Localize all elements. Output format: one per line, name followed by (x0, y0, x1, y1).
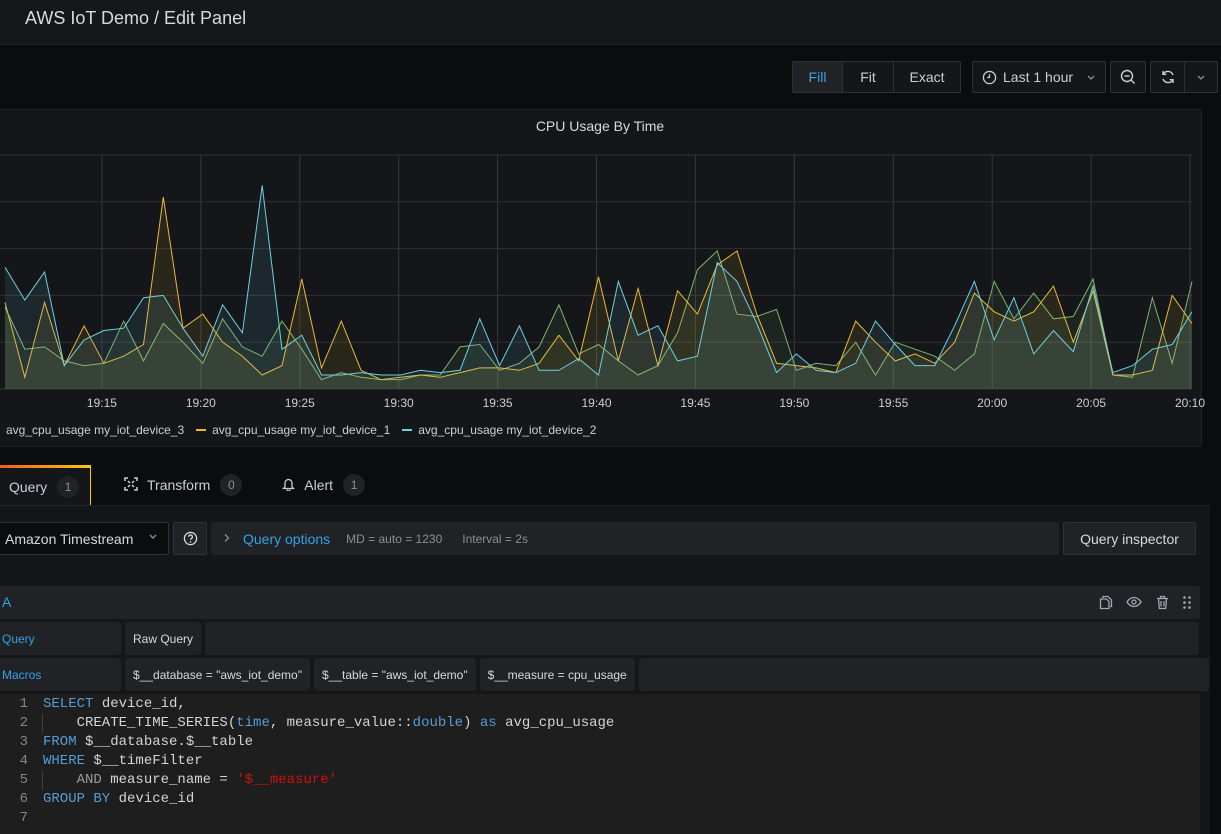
line-number: 3 (19, 734, 28, 750)
time-range-picker[interactable]: Last 1 hour (972, 61, 1106, 93)
cpu-usage-chart[interactable]: 19:15 19:20 19:25 19:30 19:35 19:40 19:45 19:50… (0, 145, 1221, 445)
clock-icon (982, 70, 997, 85)
legend-label: avg_cpu_usage my_iot_device_2 (418, 423, 597, 437)
fit-button[interactable]: Fit (843, 62, 894, 92)
macros-row: Macros $__database = "aws_iot_demo" $__t… (0, 658, 1209, 691)
chevron-down-icon (148, 531, 158, 544)
exact-button[interactable]: Exact (894, 62, 960, 92)
x-tick-label: 20:05 (1076, 396, 1106, 410)
zoom-out-icon (1120, 69, 1136, 85)
chevron-down-icon (1086, 69, 1096, 85)
x-tick-label: 19:40 (582, 396, 612, 410)
x-tick-label: 19:35 (483, 396, 513, 410)
refresh-interval-dropdown[interactable] (1185, 62, 1217, 92)
macro-measure[interactable]: $__measure = cpu_usage (479, 658, 635, 691)
legend-item-device-3[interactable]: avg_cpu_usage my_iot_device_3 (0, 423, 184, 437)
tab-query[interactable]: Query 1 (0, 465, 91, 505)
line-number: 2 (19, 715, 28, 731)
sql-code-editor[interactable]: 1 SELECT device_id, 2 CREATE_TIME_SERIES(t… (0, 694, 1200, 834)
tab-label: Query (9, 478, 48, 495)
eye-icon[interactable] (1126, 594, 1142, 610)
x-tick-label: 19:55 (878, 396, 908, 410)
indent-guide (42, 771, 43, 790)
editor-tabs: Query 1 Transform 0 Alert 1 (0, 465, 374, 505)
legend-swatch (402, 429, 413, 431)
tab-label: Transform (147, 477, 211, 493)
code-text: FROM $__database.$__table (43, 734, 254, 750)
transform-icon (124, 476, 138, 494)
question-circle-icon (183, 531, 198, 546)
line-number: 7 (19, 810, 28, 826)
count-badge: 0 (220, 474, 243, 496)
macro-database[interactable]: $__database = "aws_iot_demo" (125, 658, 310, 691)
x-tick-label: 19:30 (384, 396, 414, 410)
macro-table[interactable]: $__table = "aws_iot_demo" (313, 658, 476, 691)
x-tick-label: 20:00 (977, 396, 1007, 410)
datasource-help-button[interactable] (173, 522, 207, 555)
macros-label: Macros (0, 658, 121, 691)
max-datapoints-info: MD = auto = 1230 (346, 531, 443, 546)
datasource-name: Amazon Timestream (5, 530, 134, 547)
line-number: 5 (19, 772, 28, 788)
line-number: 6 (19, 791, 28, 807)
x-tick-label: 19:45 (680, 396, 710, 410)
chevron-right-icon (223, 532, 231, 546)
refresh-button[interactable] (1151, 62, 1186, 92)
chart-legend: avg_cpu_usage my_iot_device_3 avg_cpu_us… (0, 422, 608, 438)
query-options-toggle[interactable]: Query options MD = auto = 1230 Interval … (211, 522, 1059, 555)
legend-label: avg_cpu_usage my_iot_device_3 (6, 423, 185, 437)
trash-icon[interactable] (1154, 594, 1170, 610)
query-row-header: A (0, 586, 1200, 619)
panel-title: CPU Usage By Time (535, 118, 665, 134)
line-number: 4 (19, 753, 28, 769)
code-text: AND measure_name = '$__measure' (43, 772, 338, 788)
macros-row-filler (638, 658, 1209, 691)
chevron-down-icon (1196, 72, 1206, 82)
code-text: SELECT device_id, (43, 696, 186, 712)
page-title: AWS IoT Demo / Edit Panel (25, 8, 247, 28)
code-text: CREATE_TIME_SERIES(time, measure_value::… (43, 715, 615, 731)
fill-button[interactable]: Fill (793, 62, 843, 92)
query-ref-id[interactable]: A (2, 594, 11, 610)
x-tick-label: 19:15 (87, 396, 117, 410)
refresh-picker (1150, 61, 1218, 93)
x-tick-label: 19:25 (285, 396, 315, 410)
view-mode-toggle: Fill Fit Exact (792, 61, 961, 93)
time-range-label: Last 1 hour (1003, 69, 1074, 85)
legend-swatch (196, 429, 207, 431)
duplicate-icon[interactable] (1098, 594, 1114, 610)
interval-info: Interval = 2s (462, 531, 528, 546)
tab-transform[interactable]: Transform 0 (115, 465, 251, 505)
count-badge: 1 (57, 475, 80, 498)
legend-item-device-1[interactable]: avg_cpu_usage my_iot_device_1 (196, 423, 390, 437)
legend-label: avg_cpu_usage my_iot_device_1 (212, 423, 391, 437)
code-text: WHERE $__timeFilter (43, 753, 203, 769)
query-inspector-button[interactable]: Query inspector (1063, 522, 1196, 555)
x-tick-label: 20:10 (1175, 396, 1205, 410)
legend-item-device-2[interactable]: avg_cpu_usage my_iot_device_2 (402, 423, 596, 437)
top-nav-bar: AWS IoT Demo / Edit Panel (0, 0, 1221, 45)
line-number: 1 (19, 696, 28, 712)
raw-query-button[interactable]: Raw Query (125, 622, 202, 655)
refresh-icon (1160, 69, 1176, 85)
drag-handle-icon[interactable] (1182, 594, 1192, 610)
tab-label: Alert (304, 477, 334, 493)
bell-icon (282, 477, 296, 494)
right-edge (1210, 445, 1221, 834)
indent-guide (42, 714, 43, 733)
query-type-label: Query (0, 622, 121, 655)
datasource-picker[interactable]: Amazon Timestream (0, 522, 169, 555)
query-row-filler (205, 622, 1200, 655)
zoom-out-button[interactable] (1110, 61, 1146, 93)
query-options-label: Query options (243, 530, 331, 547)
x-tick-label: 19:50 (779, 396, 809, 410)
query-type-row: Query Raw Query (0, 622, 1200, 655)
code-text: GROUP BY device_id (43, 791, 195, 807)
count-badge: 1 (343, 474, 366, 496)
x-tick-label: 19:20 (186, 396, 216, 410)
tab-alert[interactable]: Alert 1 (273, 465, 374, 505)
